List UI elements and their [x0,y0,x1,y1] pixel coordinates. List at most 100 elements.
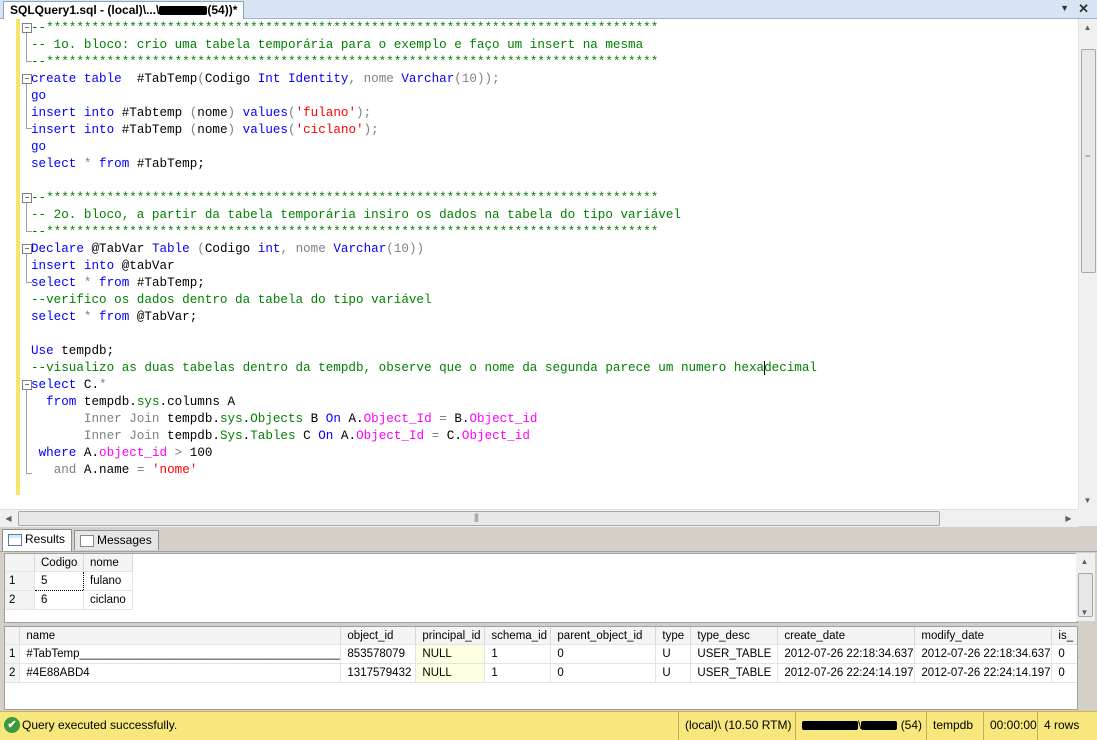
column-header[interactable]: modify_date [914,627,1053,645]
editor-vertical-scrollbar[interactable]: ▲ ═ ▼ [1078,19,1097,509]
scroll-down-icon[interactable]: ▼ [1076,604,1093,621]
grid-cell[interactable]: 1 [484,663,552,683]
grid-corner[interactable] [5,627,21,645]
code-line[interactable]: Inner Join tempdb.sys.Objects B On A.Obj… [31,411,817,428]
tab-results[interactable]: Results [2,529,73,551]
grid-cell[interactable]: #TabTemp________________________________… [19,644,342,664]
code-line[interactable]: create table #TabTemp(Codigo Int Identit… [31,71,817,88]
grid-cell[interactable]: 853578079 [340,644,417,664]
scroll-down-icon[interactable]: ▼ [1079,492,1096,509]
change-tracking-bar [16,19,20,495]
code-line[interactable]: insert into #TabTemp (nome) values('cicl… [31,122,817,139]
code-line[interactable]: from tempdb.sys.columns A [31,394,817,411]
row-number[interactable]: 2 [5,663,21,683]
column-header[interactable]: schema_id [484,627,552,645]
grid-cell[interactable]: 0 [1051,663,1077,683]
row-number[interactable]: 2 [5,590,35,610]
grid-cell[interactable]: NULL [415,663,486,683]
grid-cell[interactable]: 2012-07-26 22:24:14.197 [914,663,1053,683]
table-row[interactable]: 2 6 ciclano [5,590,133,610]
code-line[interactable]: and A.name = 'nome' [31,462,817,479]
grid-cell[interactable]: ciclano [83,590,133,610]
code-line[interactable]: --**************************************… [31,190,817,207]
code-line[interactable] [31,173,817,190]
code-text[interactable]: --**************************************… [31,20,817,479]
code-line[interactable]: insert into @tabVar [31,258,817,275]
grid-corner[interactable] [5,554,35,572]
code-line[interactable]: select * from #TabTemp; [31,156,817,173]
sql-editor[interactable]: − − − − − --****************************… [0,19,1078,509]
code-line[interactable]: Inner Join tempdb.Sys.Tables C On A.Obje… [31,428,817,445]
column-header[interactable]: Codigo [34,554,84,572]
editor-horizontal-scroll-thumb[interactable]: ||| [18,511,940,526]
column-header[interactable]: principal_id [415,627,486,645]
document-tab[interactable]: SQLQuery1.sql - (local)\...\ (54))* [3,1,245,19]
column-header[interactable]: create_date [777,627,916,645]
grid-cell[interactable]: U [655,644,692,664]
column-header[interactable]: object_id [340,627,417,645]
grid-cell[interactable]: 1 [484,644,552,664]
column-header[interactable]: parent_object_id [550,627,657,645]
code-line[interactable] [31,326,817,343]
grid-cell[interactable]: USER_TABLE [690,663,779,683]
grid-cell[interactable]: fulano [83,571,133,591]
tab-dropdown-icon[interactable]: ▼ [1060,3,1069,13]
grid-cell[interactable]: U [655,663,692,683]
scroll-right-icon[interactable]: ▶ [1060,510,1077,527]
code-line[interactable]: insert into #Tabtemp (nome) values('fula… [31,105,817,122]
code-token: nome [197,123,228,137]
code-line[interactable]: Declare @TabVar Table (Codigo int, nome … [31,241,817,258]
result-grid-1[interactable]: Codigo nome 1 5 fulano 2 6 ciclano [4,553,1078,623]
code-line[interactable]: where A.object_id > 100 [31,445,817,462]
column-header[interactable]: name [19,627,342,645]
grid-cell[interactable]: 5 [34,571,84,591]
results-vertical-scrollbar[interactable]: ▲ ▼ [1076,553,1095,621]
close-icon[interactable]: ✕ [1078,1,1089,17]
table-row[interactable]: 1 #TabTemp_______________________________… [5,644,1077,664]
grid-cell[interactable]: 2012-07-26 22:24:14.197 [777,663,916,683]
grid-cell[interactable]: 0 [1051,644,1077,664]
code-token: insert into [31,106,115,120]
code-line[interactable]: Use tempdb; [31,343,817,360]
grid-cell[interactable]: 2012-07-26 22:18:34.637 [914,644,1053,664]
column-header[interactable]: nome [83,554,133,572]
column-header[interactable]: type_desc [690,627,779,645]
status-message: Query executed successfully. [22,718,178,732]
grid-cell[interactable]: USER_TABLE [690,644,779,664]
grid-cell[interactable]: 2012-07-26 22:18:34.637 [777,644,916,664]
code-line[interactable]: --**************************************… [31,54,817,71]
code-line[interactable]: -- 1o. bloco: crio uma tabela temporária… [31,37,817,54]
column-header[interactable]: is_ [1051,627,1077,645]
editor-horizontal-scrollbar[interactable]: ◀ ||| ▶ [0,509,1078,527]
grid-cell[interactable]: #4E88ABD4 [19,663,342,683]
code-line[interactable]: -- 2o. bloco, a partir da tabela temporá… [31,207,817,224]
grid-cell[interactable]: NULL [415,644,486,664]
scroll-left-icon[interactable]: ◀ [0,510,17,527]
grid-cell[interactable]: 0 [550,644,657,664]
result-grid-2[interactable]: name object_id principal_id schema_id parent… [4,626,1078,710]
editor-vertical-scroll-thumb[interactable]: ═ [1081,49,1096,273]
success-check-icon: ✔ [4,717,20,733]
code-line[interactable]: --**************************************… [31,20,817,37]
code-line[interactable]: select * from @TabVar; [31,309,817,326]
row-number[interactable]: 1 [5,571,35,591]
row-number[interactable]: 1 [5,644,21,664]
grid-cell[interactable]: 6 [34,590,84,610]
code-line[interactable]: --verifico os dados dentro da tabela do … [31,292,817,309]
grid-cell[interactable]: 1317579432 [340,663,417,683]
tab-messages[interactable]: Messages [74,530,159,550]
code-line[interactable]: --visualizo as duas tabelas dentro da te… [31,360,817,377]
code-line[interactable]: go [31,139,817,156]
code-line[interactable]: select * from #TabTemp; [31,275,817,292]
table-row[interactable]: 2 #4E88ABD4 1317579432 NULL 1 0 U USER_TABLE 201… [5,663,1077,683]
code-line[interactable]: go [31,88,817,105]
table-row[interactable]: 1 5 fulano [5,571,133,591]
code-line[interactable]: --**************************************… [31,224,817,241]
code-token: ); [356,106,372,120]
code-line[interactable]: select C.* [31,377,817,394]
scroll-up-icon[interactable]: ▲ [1076,553,1093,570]
column-header[interactable]: type [655,627,692,645]
grid-cell[interactable]: 0 [550,663,657,683]
scroll-up-icon[interactable]: ▲ [1079,19,1096,36]
